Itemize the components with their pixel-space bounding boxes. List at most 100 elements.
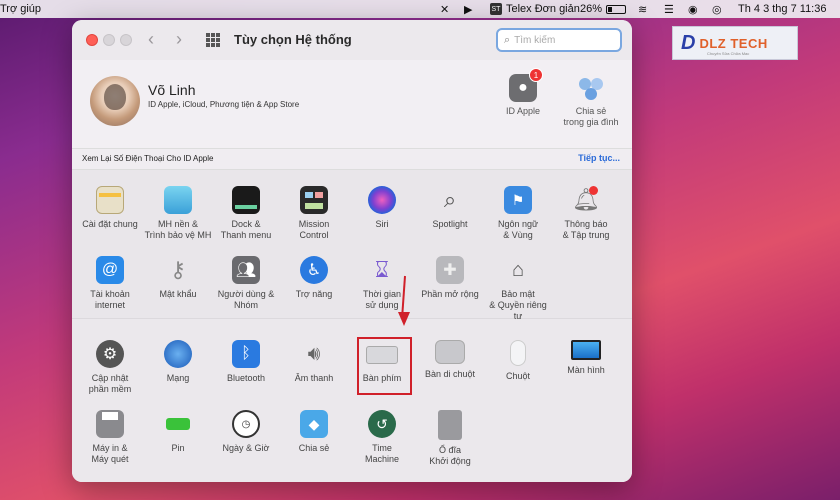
pane-printers-scanners[interactable]: Máy in & Máy quét: [76, 410, 144, 465]
siri-icon[interactable]: ◎: [712, 2, 722, 16]
pane-notifications[interactable]: 🔔︎ Thông báo & Tập trung: [552, 186, 620, 241]
pane-accessibility[interactable]: ♿︎ Trợ năng: [280, 256, 348, 300]
pane-security-privacy[interactable]: ⌂ Bảo mật & Quyền riêng tư: [484, 256, 552, 322]
pane-passwords[interactable]: ⚷ Mật khẩu: [144, 256, 212, 300]
search-input[interactable]: [514, 34, 605, 46]
users-icon: 👥︎: [232, 256, 260, 284]
back-icon[interactable]: ‹: [148, 29, 154, 50]
pane-bluetooth[interactable]: ᛒ Bluetooth: [212, 340, 280, 384]
dock-menubar-icon: [232, 186, 260, 214]
pane-software-update[interactable]: ⚙ Cập nhật phần mềm: [76, 340, 144, 395]
forward-icon[interactable]: ›: [176, 29, 182, 50]
gear-icon: ⚙: [96, 340, 124, 368]
general-icon: [96, 186, 124, 214]
pane-label: Ngày & Giờ: [222, 443, 270, 453]
battery-icon: [606, 4, 627, 14]
pane-extensions[interactable]: ✚ Phần mở rộng: [416, 256, 484, 300]
family-sharing-pane[interactable]: Chia sẻ trong gia đình: [556, 74, 626, 128]
at-sign-icon: @: [96, 256, 124, 284]
pane-label: Tài khoản internet: [90, 289, 130, 310]
pane-network[interactable]: Mạng: [144, 340, 212, 384]
magnifier-icon: ⌕: [443, 187, 457, 212]
watermark-brand: DLZ TECH: [699, 35, 768, 51]
close-button[interactable]: [86, 34, 98, 46]
pane-sharing[interactable]: ◆ Chia sẻ: [280, 410, 348, 454]
printer-icon: [96, 410, 124, 438]
keyboard-highlight-box: [357, 337, 412, 395]
pane-label: Phần mở rộng: [421, 289, 479, 299]
pane-label: Ổ đĩa Khởi động: [429, 445, 471, 466]
flag-globe-icon: ⚑: [504, 186, 532, 214]
hourglass-icon: ⌛︎: [375, 257, 389, 282]
pane-screen-time[interactable]: ⌛︎ Thời gian sử dụng: [348, 256, 416, 311]
pane-label: Thời gian sử dụng: [363, 289, 401, 310]
pane-trackpad[interactable]: Bàn di chuột: [416, 340, 484, 380]
pane-dock[interactable]: Dock & Thanh menu: [212, 186, 280, 241]
notice-continue-link[interactable]: Tiếp tục...: [578, 153, 620, 163]
hard-disk-icon: [438, 410, 462, 440]
pane-mouse[interactable]: Chuột: [484, 340, 552, 382]
watermark-tagline: Chuyên Sửa Chữa Mac: [707, 51, 750, 56]
zoom-button[interactable]: [120, 34, 132, 46]
pane-label: Âm thanh: [294, 373, 334, 383]
avatar[interactable]: [90, 76, 140, 126]
search-field[interactable]: ⌕: [496, 28, 622, 52]
system-preferences-window: ‹ › Tùy chọn Hệ thống ⌕ Võ Linh ID Apple…: [72, 20, 632, 482]
pane-time-machine[interactable]: ↺ Time Machine: [348, 410, 416, 465]
mute-icon[interactable]: ✕: [440, 2, 449, 16]
pane-label: Màn hình: [567, 365, 605, 375]
profile-name: Võ Linh: [148, 82, 196, 98]
input-source-menu[interactable]: ST Telex Đơn giản: [490, 2, 580, 16]
mission-control-icon: [300, 186, 328, 214]
pane-internet-accounts[interactable]: @ Tài khoản internet: [76, 256, 144, 311]
menu-help[interactable]: Trợ giúp: [0, 2, 41, 16]
trackpad-icon: [435, 340, 465, 364]
pane-label: Time Machine: [364, 443, 400, 464]
pane-mission-control[interactable]: Mission Control: [280, 186, 348, 241]
pane-battery[interactable]: Pin: [144, 410, 212, 454]
control-center-icon[interactable]: ☰: [664, 2, 674, 16]
play-icon[interactable]: ▶: [464, 2, 472, 16]
pane-label: Dock & Thanh menu: [220, 219, 272, 240]
mouse-icon: [510, 340, 526, 366]
family-sharing-label: Chia sẻ trong gia đình: [563, 106, 619, 127]
pane-language-region[interactable]: ⚑ Ngôn ngữ & Vùng: [484, 186, 552, 241]
user-icon[interactable]: ◉: [688, 2, 698, 16]
house-lock-icon: ⌂: [511, 258, 525, 281]
pane-sound[interactable]: 🔊︎ Âm thanh: [280, 340, 348, 384]
pane-label: Spotlight: [432, 219, 468, 229]
search-icon: ⌕: [504, 33, 511, 46]
battery-menu[interactable]: 26%: [580, 2, 627, 16]
pane-siri[interactable]: Siri: [348, 186, 416, 230]
pane-general[interactable]: Cài đặt chung: [76, 186, 144, 230]
display-icon: [571, 340, 601, 360]
pane-label: Thông báo & Tập trung: [562, 219, 610, 240]
pane-date-time[interactable]: ◷ Ngày & Giờ: [212, 410, 280, 454]
pane-startup-disk[interactable]: Ổ đĩa Khởi động: [416, 410, 484, 467]
input-source-icon: ST: [490, 3, 502, 15]
apple-id-pane[interactable]: ● 1 ID Apple: [488, 68, 558, 117]
pane-label: Trợ năng: [295, 289, 333, 299]
pane-label: Mạng: [166, 373, 190, 383]
wifi-icon[interactable]: ≋: [638, 2, 647, 16]
pane-label: Chia sẻ: [298, 443, 330, 453]
pane-label: Bàn di chuột: [424, 369, 476, 379]
pane-label: Chuột: [505, 371, 531, 381]
profile-subtitle: ID Apple, iCloud, Phương tiện & App Stor…: [148, 100, 300, 109]
pane-displays[interactable]: Màn hình: [552, 340, 620, 376]
siri-icon: [368, 186, 396, 214]
folder-share-icon: ◆: [300, 410, 328, 438]
pane-users-groups[interactable]: 👥︎ Người dùng & Nhóm: [212, 256, 280, 311]
globe-icon: [164, 340, 192, 368]
notification-badge: 1: [529, 68, 543, 82]
pane-desktop[interactable]: MH nền & Trình bảo vệ MH: [144, 186, 212, 241]
pane-spotlight[interactable]: ⌕ Spotlight: [416, 186, 484, 230]
clock[interactable]: Th 4 3 thg 7 11:36: [738, 2, 826, 16]
pane-label: Mission Control: [298, 219, 330, 240]
speaker-icon: 🔊︎: [307, 342, 321, 365]
notice-text: Xem Lại Số Điện Thoại Cho ID Apple: [82, 154, 214, 163]
minimize-button[interactable]: [103, 34, 115, 46]
apple-id-label: ID Apple: [505, 106, 541, 116]
family-sharing-icon: [577, 74, 605, 102]
show-all-grid-icon[interactable]: [206, 33, 220, 47]
